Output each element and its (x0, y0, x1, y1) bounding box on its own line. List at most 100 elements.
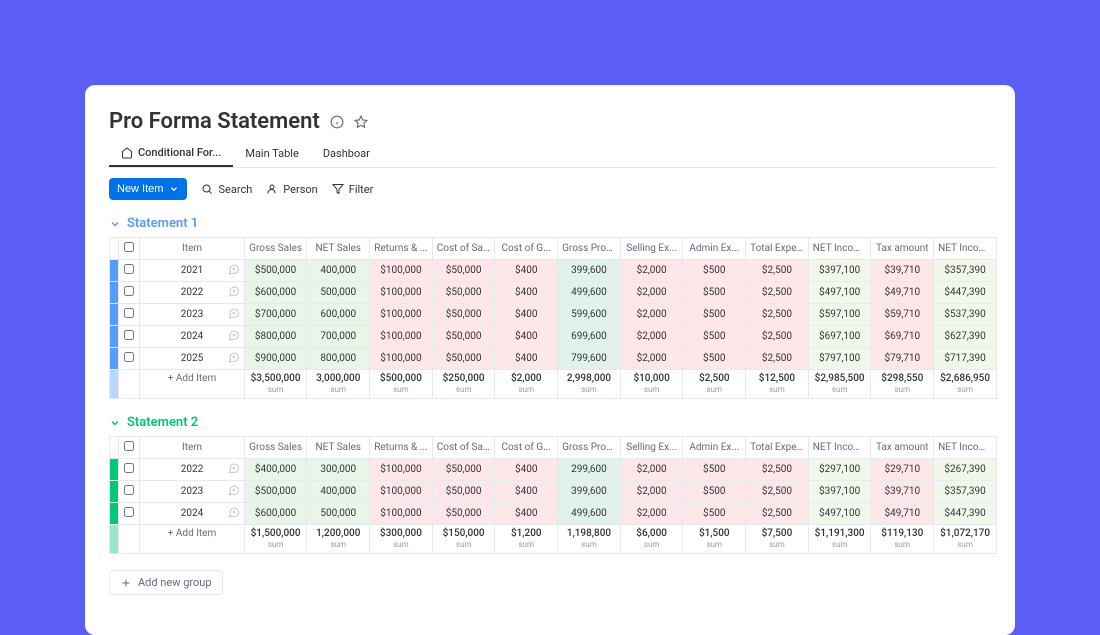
data-cell[interactable]: $500 (683, 481, 746, 503)
column-header[interactable]: Returns & ... (370, 238, 433, 260)
person-tool[interactable]: Person (266, 183, 317, 196)
data-cell[interactable]: $717,390 (934, 348, 997, 370)
data-cell[interactable]: 599,600 (558, 304, 621, 326)
column-header[interactable]: Cost of G... (495, 238, 558, 260)
column-header[interactable]: NET Incom... (808, 437, 871, 459)
data-cell[interactable]: $2,000 (620, 459, 683, 481)
tab-0[interactable]: Conditional For... (109, 140, 233, 167)
data-cell[interactable]: $357,390 (934, 481, 997, 503)
data-cell[interactable]: 400,000 (307, 260, 370, 282)
chat-icon[interactable] (228, 285, 240, 300)
row-checkbox[interactable] (124, 463, 134, 473)
data-cell[interactable]: $400 (495, 348, 558, 370)
chat-icon[interactable] (228, 506, 240, 521)
data-cell[interactable]: $2,500 (746, 304, 809, 326)
data-cell[interactable]: $297,100 (808, 459, 871, 481)
data-cell[interactable]: $49,710 (871, 282, 934, 304)
data-cell[interactable]: $500 (683, 326, 746, 348)
new-item-button[interactable]: New Item (109, 178, 187, 200)
data-cell[interactable]: 299,600 (558, 459, 621, 481)
column-header[interactable]: NET Incom... (808, 238, 871, 260)
data-cell[interactable]: 400,000 (307, 481, 370, 503)
row-checkbox[interactable] (124, 352, 134, 362)
item-cell[interactable]: 2023 (140, 304, 244, 326)
select-all-checkbox[interactable] (124, 441, 134, 451)
column-header[interactable]: Returns & ... (370, 437, 433, 459)
column-header[interactable]: Cost of Sal... (432, 437, 495, 459)
data-cell[interactable]: $447,390 (934, 503, 997, 525)
table-row[interactable]: 2023$500,000400,000$100,000$50,000$40039… (110, 481, 997, 503)
row-checkbox[interactable] (124, 330, 134, 340)
row-checkbox[interactable] (124, 286, 134, 296)
data-cell[interactable]: $50,000 (432, 503, 495, 525)
data-cell[interactable]: $700,000 (244, 304, 307, 326)
data-cell[interactable]: 399,600 (558, 481, 621, 503)
data-cell[interactable]: 800,000 (307, 348, 370, 370)
item-cell[interactable]: 2021 (140, 260, 244, 282)
column-header[interactable]: Tax amount (871, 437, 934, 459)
table-row[interactable]: 2025$900,000800,000$100,000$50,000$40079… (110, 348, 997, 370)
data-cell[interactable]: 399,600 (558, 260, 621, 282)
search-tool[interactable]: Search (201, 183, 252, 196)
table-row[interactable]: 2022$600,000500,000$100,000$50,000$40049… (110, 282, 997, 304)
chat-icon[interactable] (228, 351, 240, 366)
data-cell[interactable]: 500,000 (307, 503, 370, 525)
data-cell[interactable]: $900,000 (244, 348, 307, 370)
tab-1[interactable]: Main Table (233, 140, 310, 167)
data-cell[interactable]: $400 (495, 282, 558, 304)
data-cell[interactable]: 600,000 (307, 304, 370, 326)
data-cell[interactable]: $2,000 (620, 326, 683, 348)
chat-icon[interactable] (228, 263, 240, 278)
chat-icon[interactable] (228, 329, 240, 344)
item-cell[interactable]: 2025 (140, 348, 244, 370)
data-cell[interactable]: $50,000 (432, 481, 495, 503)
column-header[interactable]: Tax amount (871, 238, 934, 260)
data-cell[interactable]: $497,100 (808, 503, 871, 525)
data-cell[interactable]: $500 (683, 260, 746, 282)
column-header[interactable]: Admin Ex... (683, 238, 746, 260)
table-row[interactable]: 2021$500,000400,000$100,000$50,000$40039… (110, 260, 997, 282)
data-cell[interactable]: $100,000 (370, 459, 433, 481)
data-cell[interactable]: $500 (683, 503, 746, 525)
data-cell[interactable]: $500,000 (244, 481, 307, 503)
data-cell[interactable]: $397,100 (808, 260, 871, 282)
column-header[interactable]: NET Sales (307, 437, 370, 459)
data-cell[interactable]: $49,710 (871, 503, 934, 525)
chat-icon[interactable] (228, 484, 240, 499)
data-cell[interactable]: $537,390 (934, 304, 997, 326)
data-cell[interactable]: $100,000 (370, 304, 433, 326)
data-cell[interactable]: $697,100 (808, 326, 871, 348)
data-cell[interactable]: $400 (495, 481, 558, 503)
column-header[interactable]: NET Income (po... (934, 437, 997, 459)
data-cell[interactable]: $400 (495, 459, 558, 481)
data-cell[interactable]: $100,000 (370, 348, 433, 370)
column-header[interactable]: Cost of Sal... (432, 238, 495, 260)
star-icon[interactable] (354, 115, 368, 129)
data-cell[interactable]: $2,000 (620, 304, 683, 326)
row-checkbox[interactable] (124, 485, 134, 495)
column-header[interactable]: NET Sales (307, 238, 370, 260)
data-cell[interactable]: $400 (495, 304, 558, 326)
table-row[interactable]: 2022$400,000300,000$100,000$50,000$40029… (110, 459, 997, 481)
data-cell[interactable]: $50,000 (432, 282, 495, 304)
data-cell[interactable]: $400,000 (244, 459, 307, 481)
data-cell[interactable]: $357,390 (934, 260, 997, 282)
item-cell[interactable]: 2024 (140, 326, 244, 348)
data-cell[interactable]: 300,000 (307, 459, 370, 481)
data-cell[interactable]: $100,000 (370, 282, 433, 304)
data-cell[interactable]: $500,000 (244, 260, 307, 282)
data-cell[interactable]: $2,000 (620, 503, 683, 525)
data-cell[interactable]: $39,710 (871, 260, 934, 282)
table-row[interactable]: 2023$700,000600,000$100,000$50,000$40059… (110, 304, 997, 326)
select-all-checkbox[interactable] (124, 242, 134, 252)
data-cell[interactable]: $79,710 (871, 348, 934, 370)
column-header[interactable]: Gross Profit ... (558, 437, 621, 459)
data-cell[interactable]: $500 (683, 459, 746, 481)
data-cell[interactable]: $447,390 (934, 282, 997, 304)
column-header[interactable]: Admin Ex... (683, 437, 746, 459)
column-header[interactable]: Selling Ex... (620, 437, 683, 459)
data-cell[interactable]: $29,710 (871, 459, 934, 481)
data-cell[interactable]: $500 (683, 304, 746, 326)
column-header[interactable]: Total Expe... (746, 437, 809, 459)
tab-2[interactable]: Dashboar (311, 140, 382, 167)
